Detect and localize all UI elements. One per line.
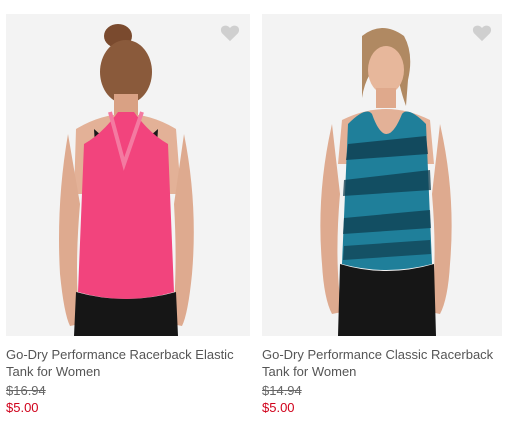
original-price: $14.94 (262, 383, 302, 398)
product-grid: Go-Dry Performance Racerback Elastic Tan… (0, 0, 508, 442)
model-front-teal-camo-tank-illustration (262, 14, 502, 336)
sale-price: $5.00 (262, 400, 295, 415)
heart-icon[interactable] (220, 24, 240, 42)
product-image[interactable] (262, 14, 502, 336)
product-card[interactable]: Go-Dry Performance Racerback Elastic Tan… (6, 14, 250, 416)
product-title[interactable]: Go-Dry Performance Classic Racerback Tan… (262, 346, 502, 380)
product-image[interactable] (6, 14, 250, 336)
heart-icon[interactable] (472, 24, 492, 42)
product-card[interactable]: Go-Dry Performance Classic Racerback Tan… (262, 14, 502, 416)
original-price: $16.94 (6, 383, 46, 398)
sale-price: $5.00 (6, 400, 39, 415)
product-title[interactable]: Go-Dry Performance Racerback Elastic Tan… (6, 346, 250, 380)
model-back-pink-tank-illustration (6, 14, 250, 336)
